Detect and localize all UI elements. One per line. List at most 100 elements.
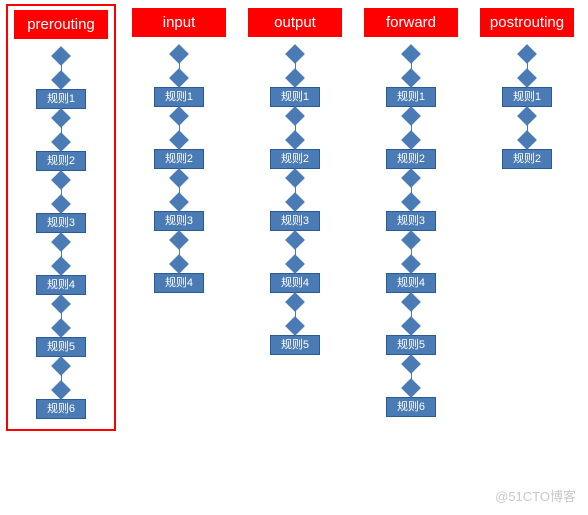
- chain-column-postrouting: postrouting 规则1 规则2: [480, 8, 574, 169]
- watermark: @51CTO博客: [495, 486, 576, 505]
- rule-box: 规则1: [386, 87, 436, 107]
- rule-box: 规则2: [386, 149, 436, 169]
- diamond-icon: [401, 130, 421, 150]
- rule-box: 规则2: [154, 149, 204, 169]
- connector: [404, 107, 418, 149]
- diamond-icon: [401, 230, 421, 250]
- rule-box: 规则3: [154, 211, 204, 231]
- diamond-icon: [285, 68, 305, 88]
- diamond-icon: [169, 44, 189, 64]
- chain-header-forward: forward: [364, 8, 458, 37]
- rule-box: 规则6: [36, 399, 86, 419]
- rule-box: 规则2: [36, 151, 86, 171]
- chain-column-output: output规则1规则2规则3规则4规则5: [248, 8, 342, 355]
- diamond-icon: [401, 378, 421, 398]
- diamond-icon: [401, 106, 421, 126]
- diamond-icon: [169, 106, 189, 126]
- diamond-icon: [285, 192, 305, 212]
- diamond-icon: [51, 256, 71, 276]
- diamond-icon: [285, 292, 305, 312]
- connector: [54, 233, 68, 275]
- diamond-icon: [285, 168, 305, 188]
- connector: [172, 169, 186, 211]
- connector: [54, 47, 68, 89]
- diamond-icon: [401, 354, 421, 374]
- rule-box: 规则3: [386, 211, 436, 231]
- connector: [54, 357, 68, 399]
- diamond-icon: [517, 68, 537, 88]
- diamond-icon: [51, 70, 71, 90]
- connector: [172, 45, 186, 87]
- diamond-icon: [51, 380, 71, 400]
- diamond-icon: [51, 194, 71, 214]
- rule-box: 规则2: [502, 149, 552, 169]
- rule-box: 规则6: [386, 397, 436, 417]
- rule-box: 规则4: [154, 273, 204, 293]
- connector: [288, 231, 302, 273]
- connector: [54, 171, 68, 213]
- rule-box: 规则4: [386, 273, 436, 293]
- diamond-icon: [51, 356, 71, 376]
- chain-header-output: output: [248, 8, 342, 37]
- diamond-icon: [169, 254, 189, 274]
- chain-header-prerouting: prerouting: [14, 10, 108, 39]
- rule-box: 规则1: [270, 87, 320, 107]
- connector: [404, 355, 418, 397]
- rule-box: 规则5: [270, 335, 320, 355]
- diamond-icon: [401, 292, 421, 312]
- rule-box: 规则5: [36, 337, 86, 357]
- rule-box: 规则5: [386, 335, 436, 355]
- diamond-icon: [51, 232, 71, 252]
- diamond-icon: [51, 170, 71, 190]
- connector: [520, 107, 534, 149]
- diamond-icon: [285, 254, 305, 274]
- connector: [404, 293, 418, 335]
- diamond-icon: [285, 44, 305, 64]
- diamond-icon: [51, 46, 71, 66]
- diamond-icon: [51, 132, 71, 152]
- diamond-icon: [285, 316, 305, 336]
- rule-box: 规则3: [36, 213, 86, 233]
- diamond-icon: [517, 106, 537, 126]
- rule-box: 规则4: [36, 275, 86, 295]
- diamond-icon: [169, 68, 189, 88]
- rule-box: 规则1: [36, 89, 86, 109]
- connector: [172, 107, 186, 149]
- diamond-icon: [401, 192, 421, 212]
- diamond-icon: [169, 230, 189, 250]
- diamond-icon: [285, 106, 305, 126]
- diamond-icon: [401, 168, 421, 188]
- diamond-icon: [285, 230, 305, 250]
- chain-column-forward: forward 规则1 规则2 规则3 规则4 规则5 规则6: [364, 8, 458, 417]
- diamond-icon: [169, 168, 189, 188]
- connector: [288, 169, 302, 211]
- chain-column-input: input规则1规则2规则3规则4: [132, 8, 226, 293]
- connector: [172, 231, 186, 273]
- connector: [404, 45, 418, 87]
- rule-box: 规则1: [154, 87, 204, 107]
- chain-column-prerouting: prerouting 规则1 规则2 规则3 规则4 规则5 规则6: [6, 4, 116, 431]
- diamond-icon: [401, 254, 421, 274]
- connector: [288, 293, 302, 335]
- connector: [54, 109, 68, 151]
- connector: [288, 45, 302, 87]
- diamond-icon: [401, 44, 421, 64]
- diamond-icon: [401, 316, 421, 336]
- connector: [404, 169, 418, 211]
- diamond-icon: [401, 68, 421, 88]
- diagram-canvas: prerouting规则1规则2规则3规则4规则5规则6input规则1规则2规…: [8, 8, 580, 421]
- diamond-icon: [51, 294, 71, 314]
- rule-box: 规则1: [502, 87, 552, 107]
- connector: [520, 45, 534, 87]
- chain-header-postrouting: postrouting: [480, 8, 574, 37]
- diamond-icon: [517, 44, 537, 64]
- connector: [404, 231, 418, 273]
- diamond-icon: [51, 318, 71, 338]
- connector: [288, 107, 302, 149]
- diamond-icon: [169, 192, 189, 212]
- diamond-icon: [517, 130, 537, 150]
- connector: [54, 295, 68, 337]
- diamond-icon: [285, 130, 305, 150]
- rule-box: 规则3: [270, 211, 320, 231]
- diamond-icon: [169, 130, 189, 150]
